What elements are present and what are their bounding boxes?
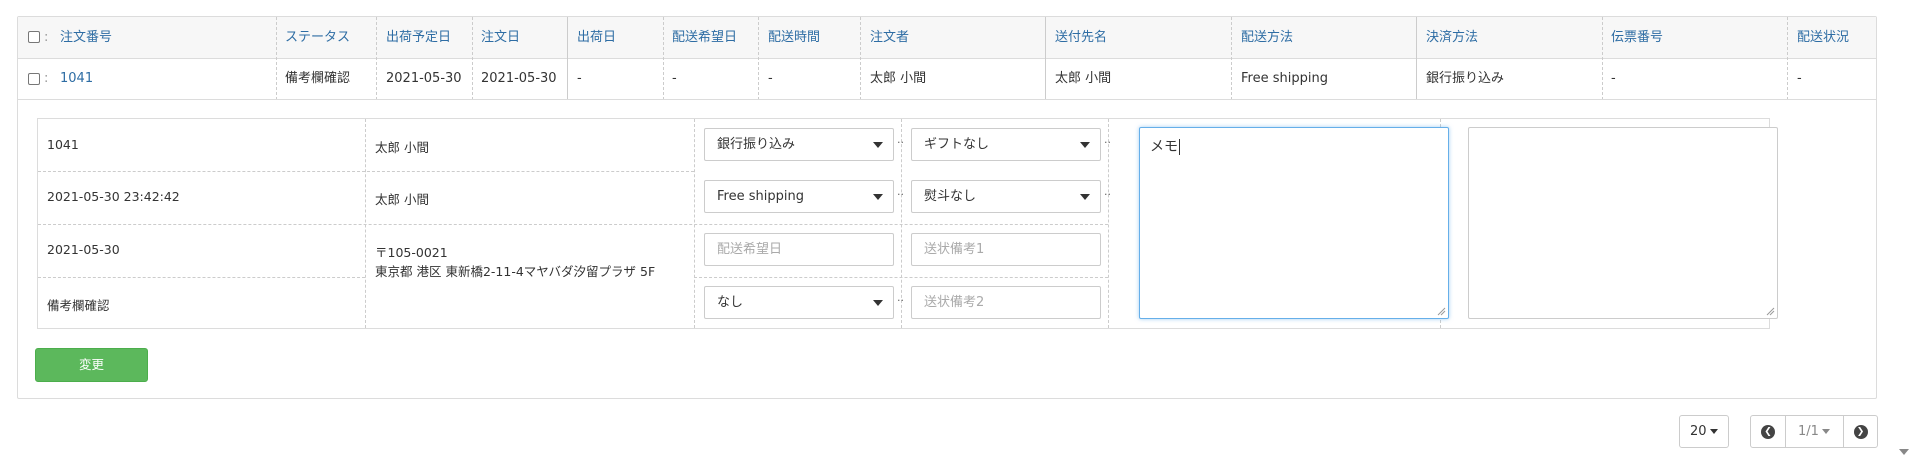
order-date-cell: 2021-05-30 — [481, 71, 557, 86]
resize-dots: ·· — [1104, 188, 1111, 201]
ship-plan-cell: 2021-05-30 — [386, 71, 462, 86]
col-header-order-date[interactable]: 注文日 — [481, 17, 520, 58]
col-header-ship-date[interactable]: 出荷日 — [577, 17, 616, 58]
caret-down-icon — [1821, 429, 1830, 434]
detail-ship-plan-date: 2021-05-30 — [47, 242, 120, 257]
col-header-slip-no[interactable]: 伝票番号 — [1611, 17, 1663, 58]
noshi-select-value: 熨斗なし — [924, 189, 977, 204]
detail-divider — [38, 224, 1108, 225]
detail-divider — [1108, 119, 1109, 328]
pagination: ❮ 1/1 ❯ — [1750, 415, 1878, 448]
resize-dots: : — [44, 71, 49, 86]
caret-down-icon — [1709, 429, 1718, 434]
detail-recipient-name: 太郎 小間 — [375, 192, 429, 207]
table-row[interactable]: : 1041 備考欄確認 2021-05-30 2021-05-30 - - -… — [18, 59, 1876, 100]
page-size-dropdown[interactable]: 20 — [1679, 415, 1729, 448]
order-number-link[interactable]: 1041 — [60, 59, 93, 99]
recipient-cell: 太郎 小間 — [1055, 71, 1112, 86]
delivery-status-cell: - — [1797, 71, 1802, 86]
col-header-ship-plan[interactable]: 出荷予定日 — [386, 17, 451, 58]
payment-method-select[interactable]: 銀行振り込み — [704, 128, 894, 161]
text-cursor: ​ — [1179, 139, 1180, 155]
detail-postal-code: 〒105-0021 — [375, 245, 448, 260]
slip-number-cell: - — [1611, 71, 1616, 86]
delivery-time-select-value: なし — [717, 295, 744, 310]
orderer-cell: 太郎 小間 — [870, 71, 927, 86]
memo2-textarea[interactable] — [1468, 127, 1778, 319]
col-header-delivery-status[interactable]: 配送状況 — [1797, 17, 1849, 58]
slip-note-2-input[interactable]: 送状備考2 — [911, 286, 1101, 319]
col-header-orderer[interactable]: 注文者 — [870, 17, 909, 58]
status-cell: 備考欄確認 — [285, 71, 351, 86]
shipping-method-cell: Free shipping — [1241, 71, 1328, 86]
resize-grip-icon[interactable] — [1436, 306, 1446, 316]
detail-order-datetime: 2021-05-30 23:42:42 — [47, 189, 180, 204]
col-header-delivery-time[interactable]: 配送時間 — [768, 17, 820, 58]
slip-note-1-placeholder: 送状備考1 — [924, 242, 985, 257]
shipping-method-select[interactable]: Free shipping — [704, 180, 894, 213]
select-all-checkbox[interactable] — [28, 31, 40, 43]
prev-page-button[interactable]: ❮ — [1751, 416, 1786, 447]
chevron-down-icon — [873, 300, 883, 306]
chevron-down-icon — [873, 194, 883, 200]
page-indicator: 1/1 — [1798, 424, 1819, 439]
payment-method-cell: 銀行振り込み — [1426, 71, 1505, 86]
resize-dots: ·· — [897, 294, 904, 307]
col-header-status[interactable]: ステータス — [285, 17, 350, 58]
ship-date-cell: - — [577, 71, 582, 86]
shipping-method-select-value: Free shipping — [717, 189, 804, 204]
gift-select[interactable]: ギフトなし — [911, 128, 1101, 161]
detail-address: 東京都 港区 東新橋2-11-4マヤバダ汐留プラザ 5F — [375, 264, 656, 279]
page-size-value: 20 — [1690, 424, 1707, 439]
memo-textarea-value: メモ — [1150, 139, 1178, 155]
detail-divider — [38, 277, 365, 278]
desired-date-placeholder: 配送希望日 — [717, 242, 783, 257]
chevron-down-icon — [1080, 142, 1090, 148]
chevron-down-icon — [1080, 194, 1090, 200]
desired-date-cell: - — [672, 71, 677, 86]
col-header-order-no[interactable]: 注文番号 — [60, 17, 112, 58]
resize-dots: ·· — [897, 188, 904, 201]
detail-divider — [38, 171, 694, 172]
col-header-desired-date[interactable]: 配送希望日 — [672, 17, 737, 58]
chevron-down-icon — [873, 142, 883, 148]
row-checkbox[interactable] — [28, 73, 40, 85]
detail-orderer-name: 太郎 小間 — [375, 140, 429, 155]
slip-note-2-placeholder: 送状備考2 — [924, 295, 985, 310]
detail-status: 備考欄確認 — [47, 298, 110, 313]
noshi-select[interactable]: 熨斗なし — [911, 180, 1101, 213]
delivery-time-select[interactable]: なし — [704, 286, 894, 319]
scroll-down-arrow-icon[interactable] — [1899, 449, 1909, 455]
chevron-right-icon: ❯ — [1853, 424, 1868, 439]
resize-grip-icon[interactable] — [1765, 306, 1775, 316]
desired-date-input[interactable]: 配送希望日 — [704, 233, 894, 266]
order-detail-editor: 1041 2021-05-30 23:42:42 2021-05-30 備考欄確… — [37, 118, 1778, 329]
resize-dots: ·· — [1104, 136, 1111, 149]
gift-select-value: ギフトなし — [924, 137, 990, 152]
col-header-recipient[interactable]: 送付先名 — [1055, 17, 1107, 58]
slip-note-1-input[interactable]: 送状備考1 — [911, 233, 1101, 266]
next-page-button[interactable]: ❯ — [1844, 416, 1877, 447]
page-indicator-dropdown[interactable]: 1/1 — [1785, 416, 1844, 447]
orders-panel: : 注文番号 ステータス 出荷予定日 注文日 出荷日 配送希望日 配送時間 注文… — [17, 16, 1877, 399]
resize-dots: : — [44, 30, 49, 45]
table-header: : 注文番号 ステータス 出荷予定日 注文日 出荷日 配送希望日 配送時間 注文… — [18, 17, 1876, 59]
delivery-time-cell: - — [768, 71, 773, 86]
detail-divider — [694, 277, 1108, 278]
payment-method-select-value: 銀行振り込み — [717, 137, 796, 152]
col-header-shipping-method[interactable]: 配送方法 — [1241, 17, 1293, 58]
detail-order-number: 1041 — [47, 137, 79, 152]
resize-dots: ·· — [897, 136, 904, 149]
chevron-left-icon: ❮ — [1761, 424, 1775, 439]
memo-textarea[interactable]: メモ​ — [1139, 127, 1449, 319]
change-button[interactable]: 変更 — [35, 348, 148, 382]
col-header-payment-method[interactable]: 決済方法 — [1426, 17, 1478, 58]
